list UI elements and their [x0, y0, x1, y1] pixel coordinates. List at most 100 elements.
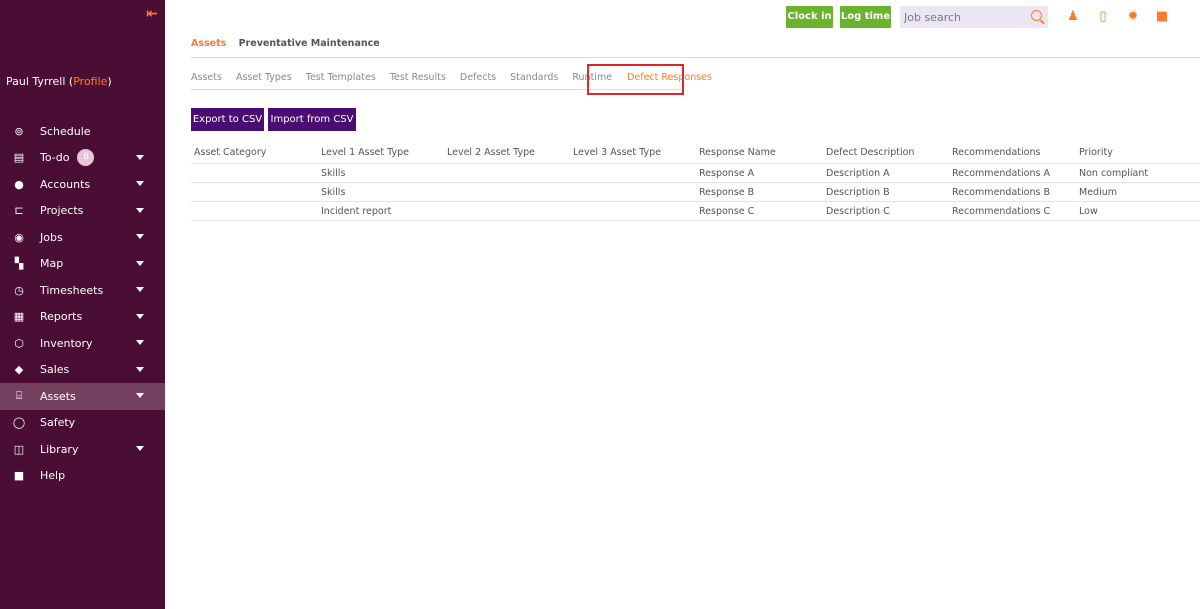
sidebar-item-safety[interactable]: ◯ Safety [0, 410, 165, 437]
column-header[interactable]: Response Name [699, 142, 776, 164]
table-cell: Description A [826, 168, 890, 179]
chevron-down-icon[interactable] [136, 340, 144, 345]
column-header[interactable]: Recommendations [952, 142, 1040, 164]
sidebar-item-projects[interactable]: ⊏ Projects [0, 198, 165, 225]
sidebar-item-accounts[interactable]: ● Accounts [0, 171, 165, 198]
sub-tab-standards[interactable]: Standards [510, 72, 558, 83]
table-cell: Response C [699, 206, 755, 217]
column-header[interactable]: Level 1 Asset Type [321, 142, 409, 164]
reports-icon: ▦ [13, 310, 25, 324]
table-row[interactable]: Incident report Response C Description C Re… [191, 202, 1200, 221]
sidebar-item-label: Sales [40, 363, 70, 377]
chevron-down-icon[interactable] [136, 207, 144, 213]
sidebar-item-timesheets[interactable]: ◷ Timesheets [0, 277, 165, 304]
table-row[interactable]: Skills Response A Description A Recommendat… [191, 164, 1200, 183]
profile-link[interactable]: Profile [73, 75, 107, 88]
sidebar-item-library[interactable]: ◫ Library [0, 436, 165, 463]
book-icon[interactable]: ■ [1155, 10, 1169, 24]
table-cell: Non compliant [1079, 168, 1149, 179]
table-cell: Medium [1079, 187, 1117, 198]
user-name: Paul Tyrrell [6, 75, 66, 88]
column-header[interactable]: Level 2 Asset Type [447, 142, 535, 164]
accounts-icon: ● [14, 177, 24, 191]
gear-icon[interactable]: ✹ [1126, 10, 1140, 24]
table-cell: Description C [826, 206, 890, 217]
projects-icon: ⊏ [14, 204, 24, 218]
sidebar-item-label: Jobs [40, 230, 63, 244]
sidebar-item-schedule[interactable]: ⊚ Schedule [0, 118, 165, 145]
map-icon: ▚ [14, 257, 24, 271]
import-csv-button[interactable]: Import from CSV [268, 108, 356, 131]
sidebar-item-jobs[interactable]: ◉ Jobs [0, 224, 165, 251]
jobs-icon: ◉ [14, 230, 24, 244]
chevron-down-icon[interactable] [136, 313, 144, 319]
sidebar-item-label: Reports [40, 310, 83, 324]
sidebar-item-label: Help [40, 469, 66, 483]
sales-icon: ◆ [14, 363, 24, 377]
chevron-down-icon[interactable] [136, 260, 144, 266]
sidebar-item-label: Library [40, 442, 79, 456]
table-cell: Response A [699, 168, 755, 179]
table-cell: Recommendations A [952, 168, 1050, 179]
user-info: Paul Tyrrell (Profile) [6, 75, 112, 88]
table-cell: Skills [321, 168, 346, 179]
table-row[interactable]: Skills Response B Description B Recommendat… [191, 183, 1200, 202]
clock-in-button[interactable]: Clock in [786, 6, 833, 28]
sub-tab-test-templates[interactable]: Test Templates [306, 72, 376, 83]
sidebar: ⇤ Paul Tyrrell (Profile) ⊚ Schedule ▤ To-do… [0, 0, 165, 609]
tab-preventative-maintenance[interactable]: Preventative Maintenance [239, 38, 380, 49]
bell-icon[interactable]: ♟ [1066, 10, 1080, 24]
column-header[interactable]: Defect Description [826, 142, 914, 164]
chevron-down-icon[interactable] [136, 366, 144, 372]
chevron-down-icon[interactable] [136, 287, 144, 292]
export-csv-button[interactable]: Export to CSV [191, 108, 264, 131]
chevron-down-icon[interactable] [136, 154, 144, 160]
sidebar-item-inventory[interactable]: ⬡ Inventory [0, 330, 165, 357]
job-search [900, 6, 1048, 29]
chevron-down-icon[interactable] [136, 234, 144, 239]
sidebar-item-assets[interactable]: ⌸ Assets [0, 383, 165, 410]
column-header[interactable]: Level 3 Asset Type [573, 142, 661, 164]
log-time-button[interactable]: Log time [840, 6, 891, 28]
table-cell: Response B [699, 187, 755, 198]
sidebar-item-label: Accounts [40, 177, 91, 191]
module-tabs-divider [191, 57, 1200, 58]
tab-assets-module[interactable]: Assets [191, 38, 226, 49]
sidebar-item-label: Safety [40, 416, 76, 430]
inventory-icon: ⬡ [14, 336, 24, 350]
library-icon: ◫ [13, 442, 25, 456]
table-cell: Description B [826, 187, 890, 198]
sidebar-item-reports[interactable]: ▦ Reports [0, 304, 165, 331]
safety-icon: ◯ [12, 416, 26, 430]
column-header[interactable]: Asset Category [194, 142, 266, 164]
sidebar-item-label: Projects [40, 204, 84, 218]
table-cell: Low [1079, 206, 1098, 217]
sub-tab-asset-types[interactable]: Asset Types [236, 72, 292, 83]
table-cell: Recommendations C [952, 206, 1051, 217]
sub-tab-test-results[interactable]: Test Results [390, 72, 446, 83]
sidebar-item-sales[interactable]: ◆ Sales [0, 357, 165, 384]
sub-tab-defects[interactable]: Defects [460, 72, 496, 83]
table-cell: Incident report [321, 206, 392, 217]
chevron-down-icon[interactable] [136, 393, 144, 398]
todo-icon: ▤ [13, 151, 25, 165]
help-icon: ■ [13, 469, 25, 483]
timesheets-icon: ◷ [14, 283, 24, 297]
mobile-icon[interactable]: ▯ [1096, 10, 1110, 24]
sidebar-item-label: Assets [40, 389, 76, 403]
sidebar-item-to-do[interactable]: ▤ To-do 6 [0, 145, 165, 172]
schedule-icon: ⊚ [14, 124, 24, 138]
todo-count-badge: 6 [77, 149, 95, 167]
job-search-input[interactable] [900, 6, 1020, 29]
chevron-down-icon[interactable] [136, 446, 144, 451]
sub-tab-assets[interactable]: Assets [191, 72, 222, 83]
chevron-down-icon[interactable] [136, 181, 144, 186]
collapse-sidebar-icon[interactable]: ⇤ [146, 6, 158, 22]
sidebar-item-help[interactable]: ■ Help [0, 463, 165, 490]
sidebar-item-label: Inventory [40, 336, 93, 350]
column-header[interactable]: Priority [1079, 142, 1113, 164]
table-cell: Skills [321, 187, 346, 198]
search-icon[interactable] [1031, 10, 1042, 21]
sidebar-item-map[interactable]: ▚ Map [0, 251, 165, 278]
sidebar-item-label: To-do [40, 151, 70, 165]
